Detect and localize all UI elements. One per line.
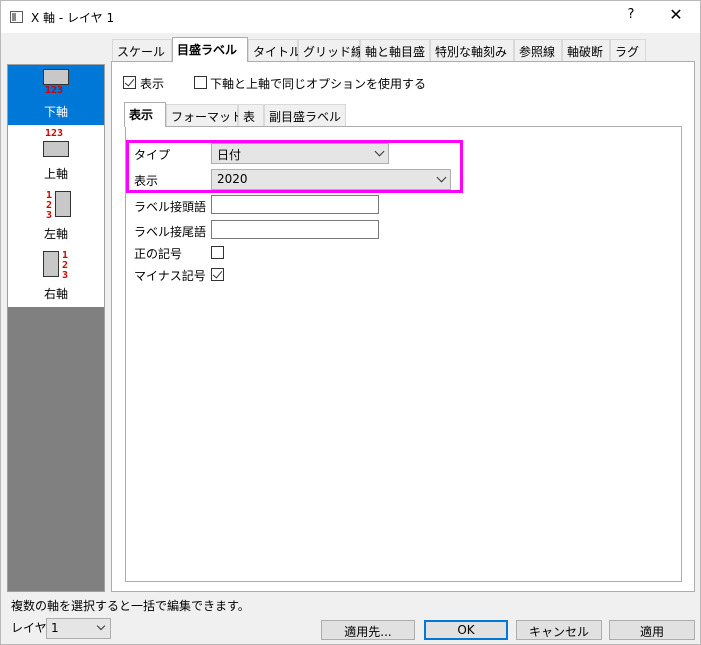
tab-special-ticks[interactable]: 特別な軸刻み xyxy=(430,39,514,62)
app-icon xyxy=(10,11,23,23)
axis-label-left: 左軸 xyxy=(43,227,68,241)
chevron-down-icon xyxy=(374,146,385,157)
dialog-window: X 軸 - レイヤ 1 ? ✕ スケール 目盛ラベル タイトル グリッド線 軸と… xyxy=(0,0,701,645)
plus-sign-checkbox[interactable] xyxy=(211,246,224,259)
axis-item-right[interactable]: 123 右軸 xyxy=(8,245,104,305)
axis-label-right: 右軸 xyxy=(43,287,68,301)
window-title: X 軸 - レイヤ 1 xyxy=(31,11,115,25)
title-bar: X 軸 - レイヤ 1 ? ✕ xyxy=(1,1,700,33)
tab-axis-and-ticks[interactable]: 軸と軸目盛 xyxy=(360,39,430,62)
axis-label-bottom: 下軸 xyxy=(43,105,68,119)
tab-rug[interactable]: ラグ xyxy=(610,39,646,62)
chevron-down-icon xyxy=(96,621,106,631)
type-label: タイプ xyxy=(134,148,171,162)
axis-item-bottom[interactable]: 123 下軸 xyxy=(8,65,104,125)
subtab-table[interactable]: 表 xyxy=(238,104,264,127)
type-select[interactable]: 日付 xyxy=(211,143,389,164)
subtab-minor-labels[interactable]: 副目盛ラベル xyxy=(264,104,346,127)
same-options-label: 下軸と上軸で同じオプションを使用する xyxy=(210,77,427,91)
tab-title[interactable]: タイトル xyxy=(248,39,301,62)
suffix-input[interactable] xyxy=(211,220,379,239)
prefix-input[interactable] xyxy=(211,195,379,214)
tab-axis-break[interactable]: 軸破断 xyxy=(562,39,610,62)
apply-button[interactable]: 適用 xyxy=(609,620,695,640)
display-label: 表示 xyxy=(134,174,159,188)
apply-to-button[interactable]: 適用先... xyxy=(321,620,415,640)
display-select-value: 2020 xyxy=(217,172,248,186)
show-label: 表示 xyxy=(140,77,165,91)
minus-sign-checkbox[interactable] xyxy=(211,268,224,281)
type-select-value: 日付 xyxy=(217,148,242,162)
display-settings-pane: タイプ 日付 表示 2020 ラベル接頭語 ラベル接尾語 正の記号 マイナス記号 xyxy=(125,126,682,582)
axis-item-left[interactable]: 123 左軸 xyxy=(8,185,104,245)
axis-item-top[interactable]: 123 上軸 xyxy=(8,125,104,185)
axis-label-top: 上軸 xyxy=(43,167,68,181)
cancel-button[interactable]: キャンセル xyxy=(516,620,602,640)
status-text: 複数の軸を選択すると一括で編集できます。 xyxy=(11,599,250,613)
layer-select[interactable]: 1 xyxy=(46,618,111,639)
tick-labels-pane: 表示 下軸と上軸で同じオプションを使用する 表示 フォーマット 表 副目盛ラベル… xyxy=(111,61,695,592)
layer-label: レイヤ xyxy=(11,621,47,635)
layer-select-value: 1 xyxy=(51,621,59,635)
plus-sign-label: 正の記号 xyxy=(134,247,183,261)
ok-button[interactable]: OK xyxy=(424,620,508,640)
tab-scale[interactable]: スケール xyxy=(112,39,172,62)
subtab-display[interactable]: 表示 xyxy=(124,102,166,127)
axis-selector-panel: 123 下軸 123 上軸 123 左軸 1 2 3 右軸 xyxy=(7,64,105,592)
tab-tick-labels[interactable]: 目盛ラベル xyxy=(172,37,248,62)
tab-reference-lines[interactable]: 参照線 xyxy=(514,39,562,62)
tab-grid-lines[interactable]: グリッド線 xyxy=(298,39,363,62)
axis-list: 123 下軸 123 上軸 123 左軸 1 2 3 右軸 xyxy=(8,65,104,307)
close-button[interactable]: ✕ xyxy=(661,5,691,27)
help-button[interactable]: ? xyxy=(619,7,643,27)
same-options-checkbox[interactable] xyxy=(194,76,207,89)
show-checkbox[interactable] xyxy=(123,76,136,89)
display-select[interactable]: 2020 xyxy=(211,169,451,190)
minus-sign-label: マイナス記号 xyxy=(134,269,206,283)
suffix-label: ラベル接尾語 xyxy=(134,225,207,239)
subtab-format[interactable]: フォーマット xyxy=(166,104,243,127)
prefix-label: ラベル接頭語 xyxy=(134,200,207,214)
chevron-down-icon xyxy=(436,172,447,183)
